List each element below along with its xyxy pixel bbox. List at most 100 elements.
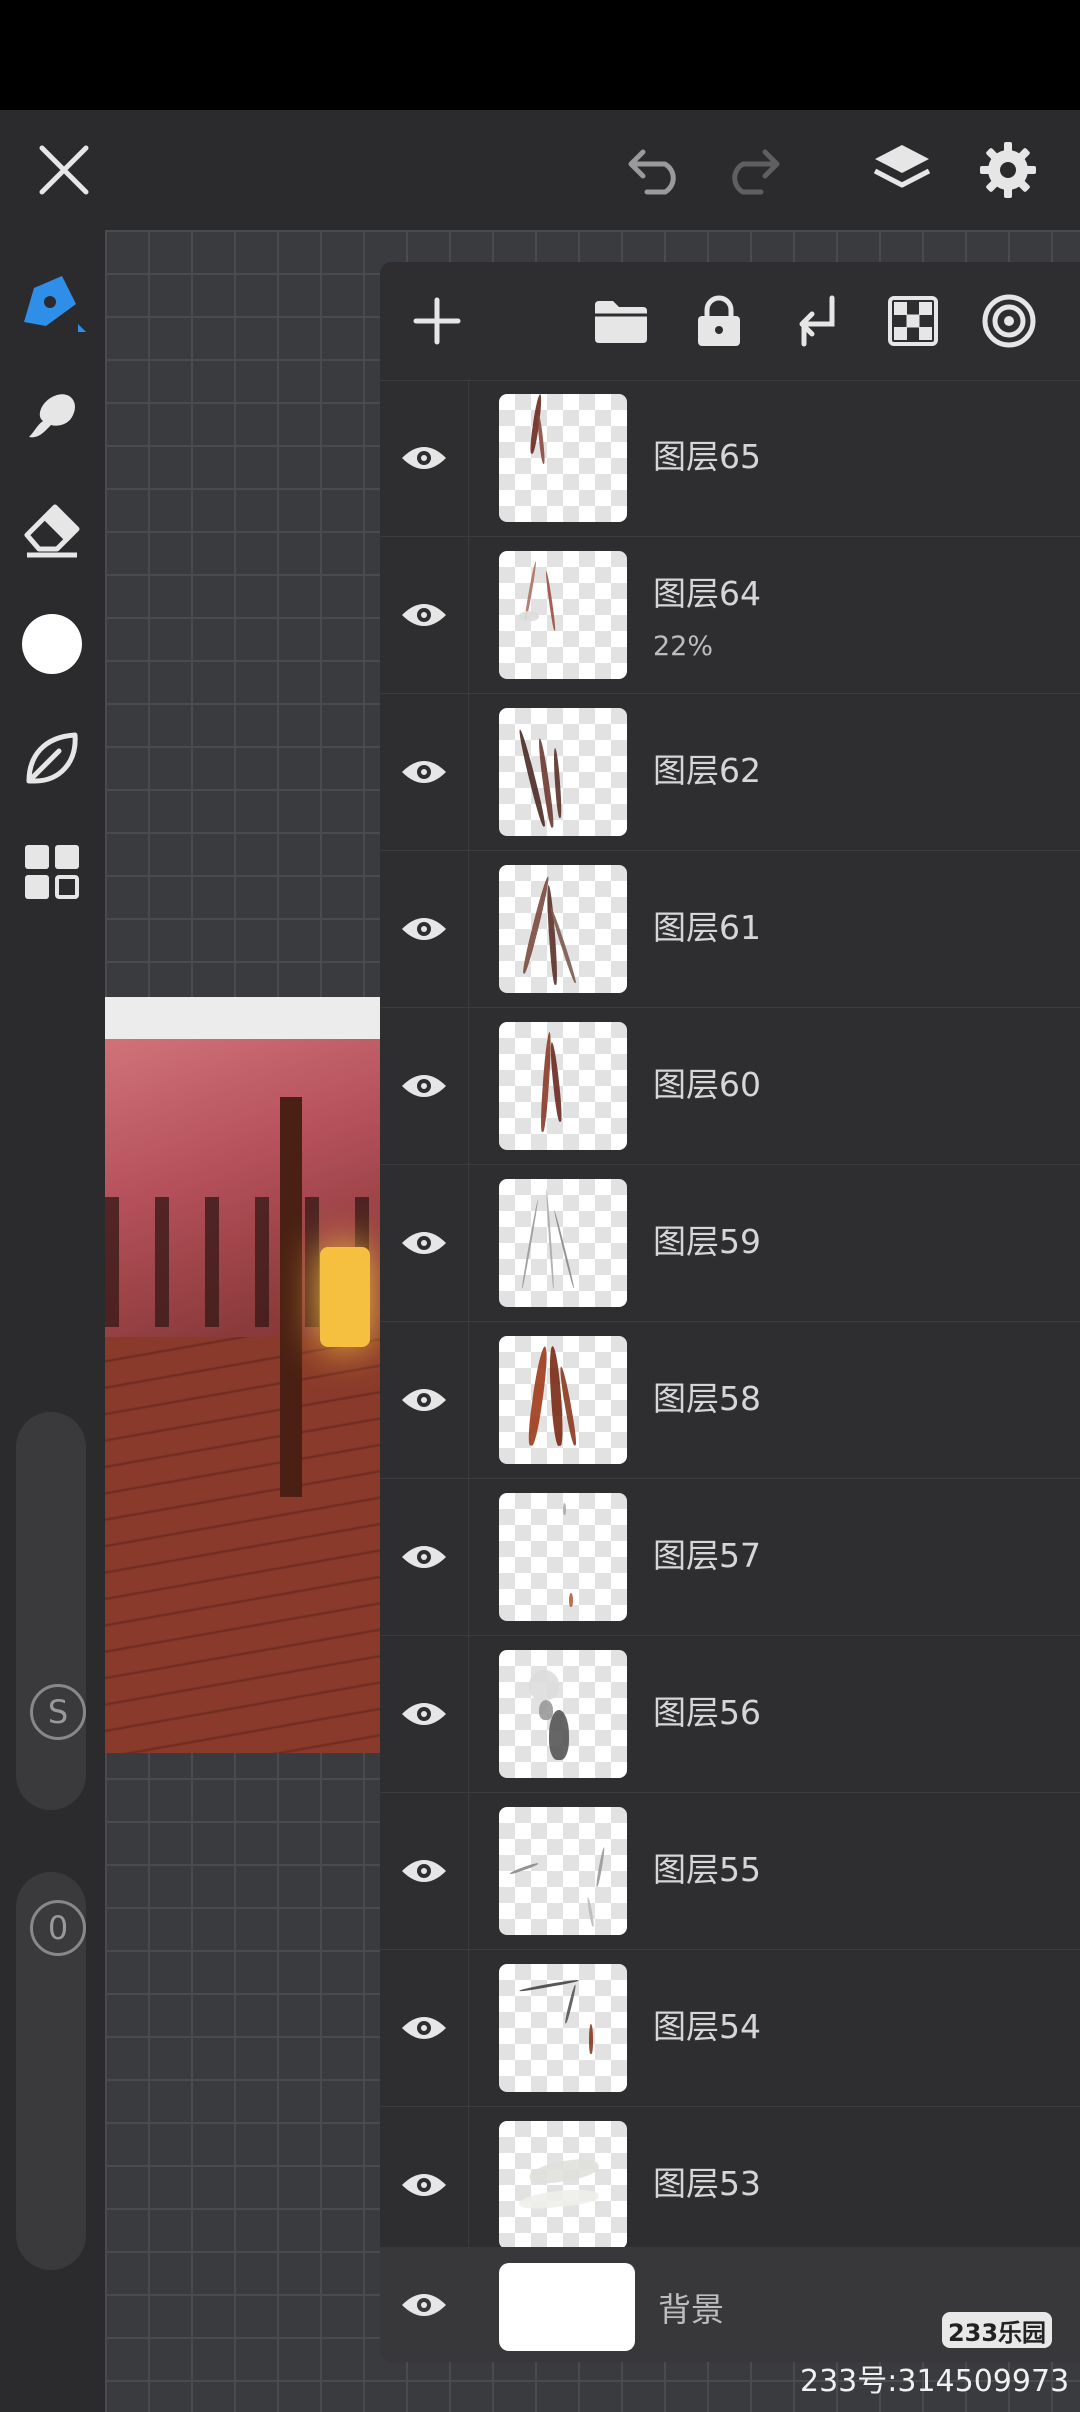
folder-icon (595, 301, 647, 343)
eye-icon (402, 2017, 446, 2039)
layer-name: 图层55 (653, 1850, 761, 1889)
smudge-tool-button[interactable] (12, 376, 92, 456)
opacity-slider-knob[interactable]: 0 (30, 1900, 86, 1956)
eye-icon (402, 1703, 446, 1725)
settings-gear-icon (980, 142, 1036, 198)
thumbnail-stroke (519, 1978, 579, 1993)
brush-tool-button[interactable] (12, 262, 92, 342)
eye-icon (402, 2293, 446, 2316)
layer-name: 图层64 (653, 574, 761, 613)
layer-group-button[interactable] (584, 284, 658, 358)
visibility-toggle[interactable] (380, 537, 469, 693)
layer-thumbnail (499, 1650, 627, 1778)
thumbnail-stroke (569, 1593, 573, 1607)
lock-layer-button[interactable] (682, 284, 756, 358)
eye-icon (402, 761, 446, 783)
thumbnail-stroke (527, 2155, 601, 2187)
visibility-toggle[interactable] (380, 2247, 468, 2362)
layer-row[interactable]: 图层54 (380, 1950, 1080, 2107)
leaf-tool-button[interactable] (12, 718, 92, 798)
layer-thumbnail (499, 394, 627, 522)
checker-icon (888, 296, 938, 346)
brush-opacity-slider[interactable]: 0 (16, 1872, 86, 2270)
layers-panel-toolbar (380, 262, 1080, 381)
thumbnail-stroke (595, 1847, 606, 1887)
layer-thumbnail (499, 708, 627, 836)
thumbnail-stroke (547, 1345, 565, 1447)
layer-name: 图层59 (653, 1222, 761, 1261)
layer-row[interactable]: 图层60 (380, 1008, 1080, 1165)
thumbnail-stroke (539, 1700, 553, 1720)
visibility-toggle[interactable] (380, 1008, 469, 1164)
eye-icon (402, 604, 446, 626)
redo-button[interactable] (712, 130, 792, 210)
undo-button[interactable] (616, 130, 696, 210)
color-picker-button[interactable] (12, 604, 92, 684)
visibility-toggle[interactable] (380, 1165, 469, 1321)
layer-row[interactable]: 图层55 (380, 1793, 1080, 1950)
thumbnail-stroke (536, 413, 546, 465)
visibility-toggle[interactable] (380, 851, 469, 1007)
layer-thumbnail (499, 2263, 635, 2351)
layer-name: 背景 (658, 2290, 724, 2329)
layer-thumbnail (499, 1179, 627, 1307)
merge-down-button[interactable] (780, 284, 854, 358)
eye-icon (402, 447, 446, 469)
layer-thumbnail (499, 1336, 627, 1464)
watermark-id: 233号:314509973 (800, 2364, 1070, 2399)
layers-icon (873, 145, 931, 188)
settings-button[interactable] (968, 130, 1048, 210)
layer-thumbnail (499, 865, 627, 993)
layer-row[interactable]: 图层61 (380, 851, 1080, 1008)
layer-row[interactable]: 图层65 (380, 380, 1080, 537)
thumbnail-stroke (518, 2186, 600, 2212)
layer-name: 图层58 (653, 1379, 761, 1418)
thumbnail-stroke (586, 1896, 595, 1928)
size-slider-knob[interactable]: S (30, 1684, 86, 1740)
layer-name: 图层54 (653, 2007, 761, 2046)
visibility-toggle[interactable] (380, 1479, 469, 1635)
layers-button[interactable] (862, 130, 942, 210)
eye-icon (402, 2174, 446, 2196)
layer-row[interactable]: 图层64 22% (380, 537, 1080, 694)
visibility-toggle[interactable] (380, 1322, 469, 1478)
smudge-icon (29, 394, 76, 438)
close-button[interactable] (24, 130, 104, 210)
layer-row[interactable]: 图层59 (380, 1165, 1080, 1322)
layer-name: 图层57 (653, 1536, 761, 1575)
visibility-toggle[interactable] (380, 1950, 469, 2106)
gallery-tool-button[interactable] (12, 832, 92, 912)
thumbnail-stroke (519, 611, 539, 621)
thumbnail-stroke (552, 747, 563, 819)
thumbnail-stroke (526, 1345, 550, 1447)
undo-icon (628, 149, 676, 195)
layer-name: 图层60 (653, 1065, 761, 1104)
visibility-toggle[interactable] (380, 1793, 469, 1949)
layer-row[interactable]: 图层58 (380, 1322, 1080, 1479)
current-color-swatch (22, 614, 82, 674)
brush-size-slider[interactable]: S (16, 1412, 86, 1810)
visibility-toggle[interactable] (380, 2107, 469, 2263)
visibility-toggle[interactable] (380, 1636, 469, 1792)
visibility-toggle[interactable] (380, 694, 469, 850)
layer-row[interactable]: 图层56 (380, 1636, 1080, 1793)
thumbnail-stroke (589, 2024, 593, 2054)
reference-layer-button[interactable] (972, 284, 1046, 358)
layer-thumbnail (499, 1807, 627, 1935)
transparency-lock-button[interactable] (876, 284, 950, 358)
lock-icon (698, 295, 740, 346)
layer-list: 图层65 图层64 22% 图层62 图层61 图层60 图层59 图层58 图层57 图层56 图… (380, 380, 1080, 2264)
visibility-toggle[interactable] (380, 380, 469, 536)
layer-row[interactable]: 图层53 (380, 2107, 1080, 2264)
eye-icon (402, 1232, 446, 1254)
eye-icon (402, 918, 446, 940)
layer-row[interactable]: 图层62 (380, 694, 1080, 851)
layer-row[interactable]: 图层57 (380, 1479, 1080, 1636)
close-icon (39, 145, 89, 195)
add-layer-button[interactable] (400, 284, 474, 358)
layer-thumbnail (499, 551, 627, 679)
thumbnail-stroke (509, 1861, 539, 1876)
eraser-tool-button[interactable] (12, 490, 92, 570)
thumbnail-stroke (564, 1984, 577, 2024)
eye-icon (402, 1860, 446, 1882)
